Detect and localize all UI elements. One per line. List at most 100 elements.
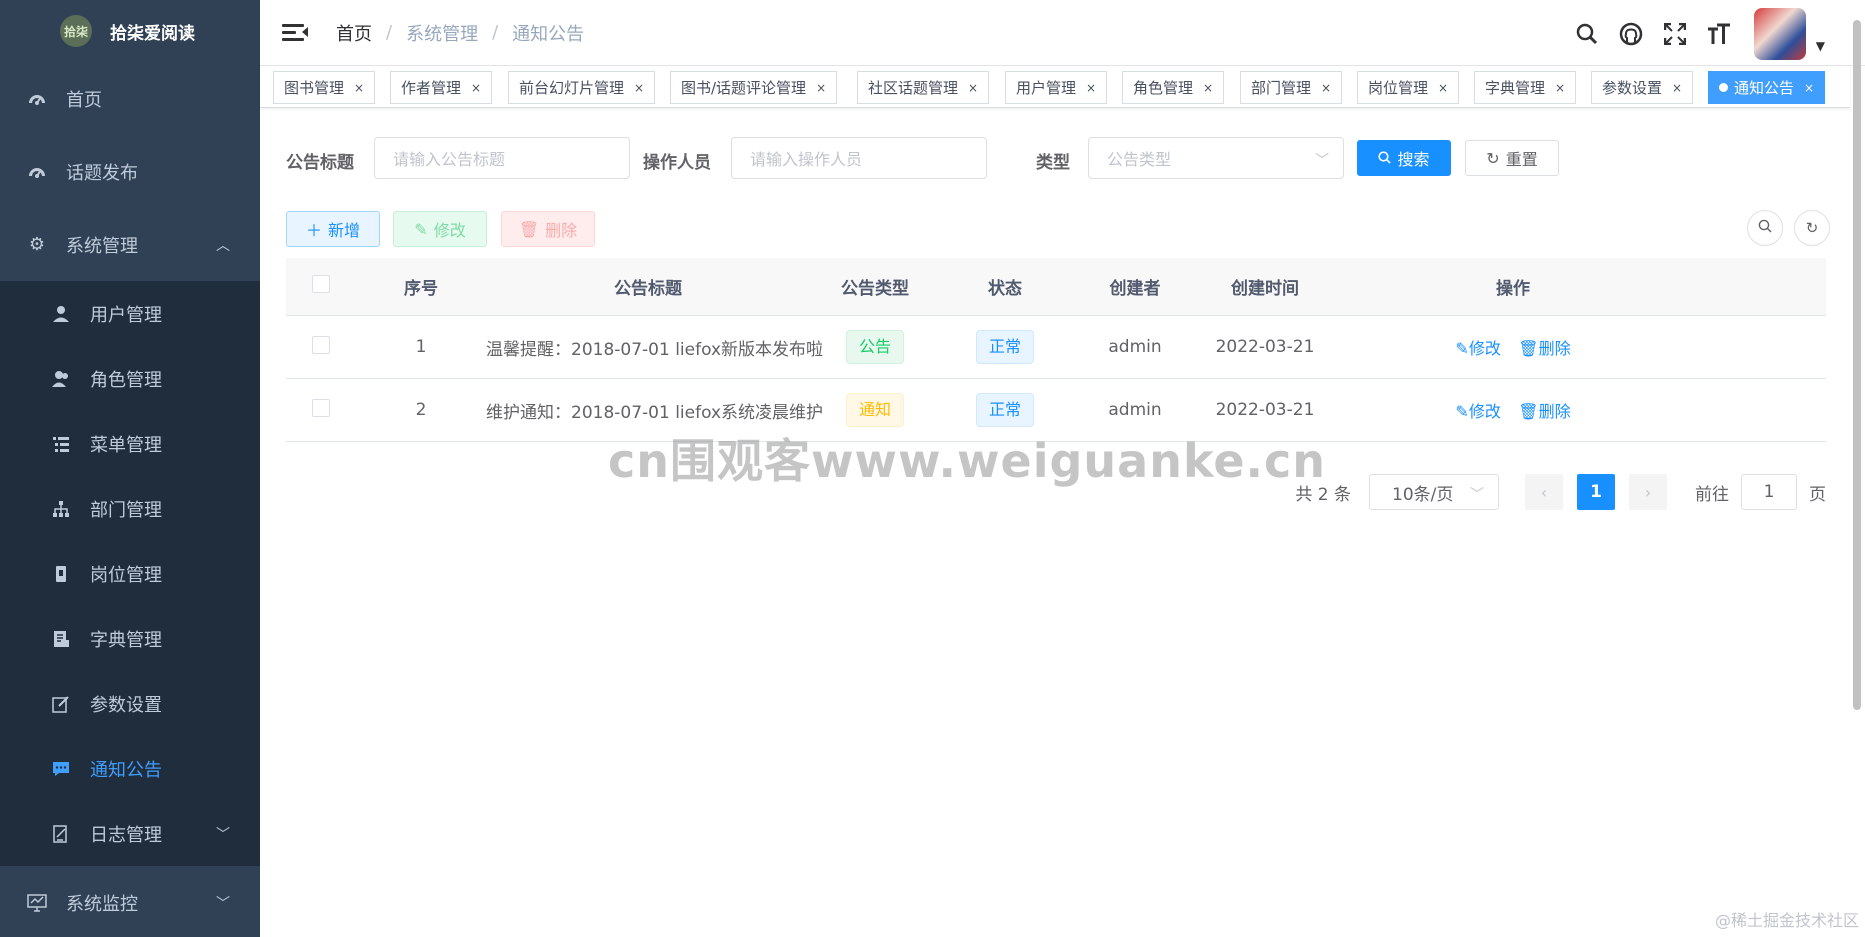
tag-author[interactable]: 作者管理 × [390,71,493,104]
sidebar-item-menu[interactable]: 菜单管理 [0,411,260,476]
close-icon[interactable]: × [1555,81,1565,95]
close-icon[interactable]: × [1804,81,1814,95]
sidebar-item-role[interactable]: 角色管理 [0,346,260,411]
tag-topic[interactable]: 社区话题管理 × [857,71,990,104]
sidebar-item-user[interactable]: 用户管理 [0,281,260,346]
table-header: 序号 公告标题 公告类型 状态 创建者 创建时间 操作 [286,258,1826,316]
sidebar-item-label: 首页 [66,89,102,111]
tag-label: 用户管理 [1016,79,1077,97]
row-delete-link[interactable]: 🗑删除 [1518,402,1570,421]
scrollbar[interactable] [1853,20,1861,710]
close-icon[interactable]: × [1321,81,1331,95]
sidebar-item-dict[interactable]: 字典管理 [0,606,260,671]
search-icon[interactable] [1574,21,1600,47]
sidebar-item-notice[interactable]: 通知公告 [0,736,260,801]
tag-dept[interactable]: 部门管理 × [1240,71,1343,104]
table-row[interactable]: 1 温馨提醒：2018-07-01 liefox新版本发布啦 公告 正常 adm… [286,316,1826,379]
header-status: 状态 [988,279,1022,299]
tag-user[interactable]: 用户管理 × [1005,71,1108,104]
tag-notice[interactable]: 通知公告 × [1708,71,1826,104]
row-edit-link[interactable]: ✎修改 [1455,402,1500,421]
type-select[interactable]: 公告类型 ﹀ [1088,137,1344,179]
delete-button[interactable]: 🗑 删除 [501,211,595,247]
title-placeholder: 请输入公告标题 [393,150,506,169]
sidebar-item-label: 岗位管理 [90,564,162,586]
cell-created: 2022-03-21 [1215,400,1315,420]
close-icon[interactable]: × [816,81,826,95]
reset-button[interactable]: ↻ 重置 [1465,140,1559,176]
cell-type: 公告 [810,330,940,364]
sidebar-item-config[interactable]: 参数设置 [0,671,260,736]
footer-credit: @稀土掘金技术社区 [1714,911,1859,930]
sidebar-item-log[interactable]: 日志管理 ﹀ [0,801,260,866]
row-edit-link[interactable]: ✎修改 [1455,339,1500,358]
cell-creator: admin [1108,337,1162,357]
breadcrumb-home[interactable]: 首页 [336,20,372,46]
sidebar-item-label: 用户管理 [90,304,162,326]
font-size-icon[interactable] [1706,21,1732,47]
close-icon[interactable]: × [1086,81,1096,95]
sidebar-item-system[interactable]: ⚙ 系统管理 ︿ [0,208,260,281]
delete-button-label: 删除 [545,221,578,240]
refresh-button[interactable]: ↻ [1794,210,1830,246]
goto-page-input[interactable]: 1 [1741,474,1797,510]
sidebar-item-post[interactable]: 岗位管理 [0,541,260,606]
page-size-select[interactable]: 10条/页 ﹀ [1369,474,1499,510]
operator-input[interactable]: 请输入操作人员 [731,137,987,179]
row-checkbox[interactable] [312,335,330,354]
avatar[interactable] [1753,8,1806,60]
edit-button-label: 修改 [433,221,466,240]
chevron-down-icon: ﹀ [216,826,230,843]
fullscreen-icon[interactable] [1662,21,1688,47]
cell-type: 通知 [810,393,940,427]
tag-post[interactable]: 岗位管理 × [1357,71,1460,104]
main-content: 公告标题 请输入公告标题 操作人员 请输入操作人员 类型 公告类型 ﹀ 搜索 ↻… [260,108,1850,937]
close-icon[interactable]: × [1438,81,1448,95]
logo-icon: 拾柒 [60,15,92,47]
edit-button[interactable]: ✎ 修改 [393,211,487,247]
notice-table: 序号 公告标题 公告类型 状态 创建者 创建时间 操作 1 温馨提醒：2018-… [286,258,1826,442]
pagination: 共 2 条 10条/页 ﹀ ‹ 1 › 前往 1 页 [1295,474,1826,510]
page-number-current[interactable]: 1 [1577,474,1615,510]
tag-slideshow[interactable]: 前台幻灯片管理 × [508,71,656,104]
row-checkbox[interactable] [312,398,330,417]
next-page-button[interactable]: › [1629,474,1667,510]
close-icon[interactable]: × [471,81,481,95]
select-all-checkbox[interactable] [312,275,330,293]
tag-book[interactable]: 图书管理 × [273,71,376,104]
trash-icon: 🗑 [518,219,540,239]
caret-down-icon[interactable]: ▼ [1816,39,1825,53]
sidebar: 拾柒 拾柒爱阅读 首页 话题发布 ⚙ 系统管理 ︿ 用户管理 角色管理 菜单管理… [0,0,260,937]
cell-status: 正常 [940,330,1070,364]
sidebar-item-label: 系统管理 [66,235,138,257]
github-icon[interactable] [1618,21,1644,47]
sidebar-item-monitor[interactable]: 系统监控 ﹀ [0,866,260,937]
sidebar-item-home[interactable]: 首页 [0,62,260,135]
tag-config[interactable]: 参数设置 × [1591,71,1694,104]
toggle-search-button[interactable] [1747,210,1783,246]
add-button[interactable]: ＋ 新增 [286,211,380,247]
logo[interactable]: 拾柒 拾柒爱阅读 [0,0,260,62]
sidebar-item-topic-publish[interactable]: 话题发布 [0,135,260,208]
breadcrumb-system: 系统管理 [406,23,479,45]
tag-label: 岗位管理 [1368,79,1429,97]
tag-comment[interactable]: 图书/话题评论管理 × [670,71,838,104]
tag-dict[interactable]: 字典管理 × [1474,71,1577,104]
tag-label: 图书管理 [284,79,345,97]
prev-page-button[interactable]: ‹ [1525,474,1563,510]
close-icon[interactable]: × [968,81,978,95]
title-input[interactable]: 请输入公告标题 [374,137,630,179]
close-icon[interactable]: × [1203,81,1213,95]
close-icon[interactable]: × [354,81,364,95]
close-icon[interactable]: × [1672,81,1682,95]
search-button[interactable]: 搜索 [1357,140,1451,176]
log-icon [50,823,72,845]
close-icon[interactable]: × [634,81,644,95]
row-delete-link[interactable]: 🗑删除 [1518,339,1570,358]
hamburger-icon[interactable] [282,22,308,44]
cell-operations: ✎修改 🗑删除 [1330,335,1696,359]
sidebar-item-dept[interactable]: 部门管理 [0,476,260,541]
tag-role[interactable]: 角色管理 × [1122,71,1225,104]
cell-created: 2022-03-21 [1215,337,1315,357]
type-tag: 通知 [845,393,904,427]
